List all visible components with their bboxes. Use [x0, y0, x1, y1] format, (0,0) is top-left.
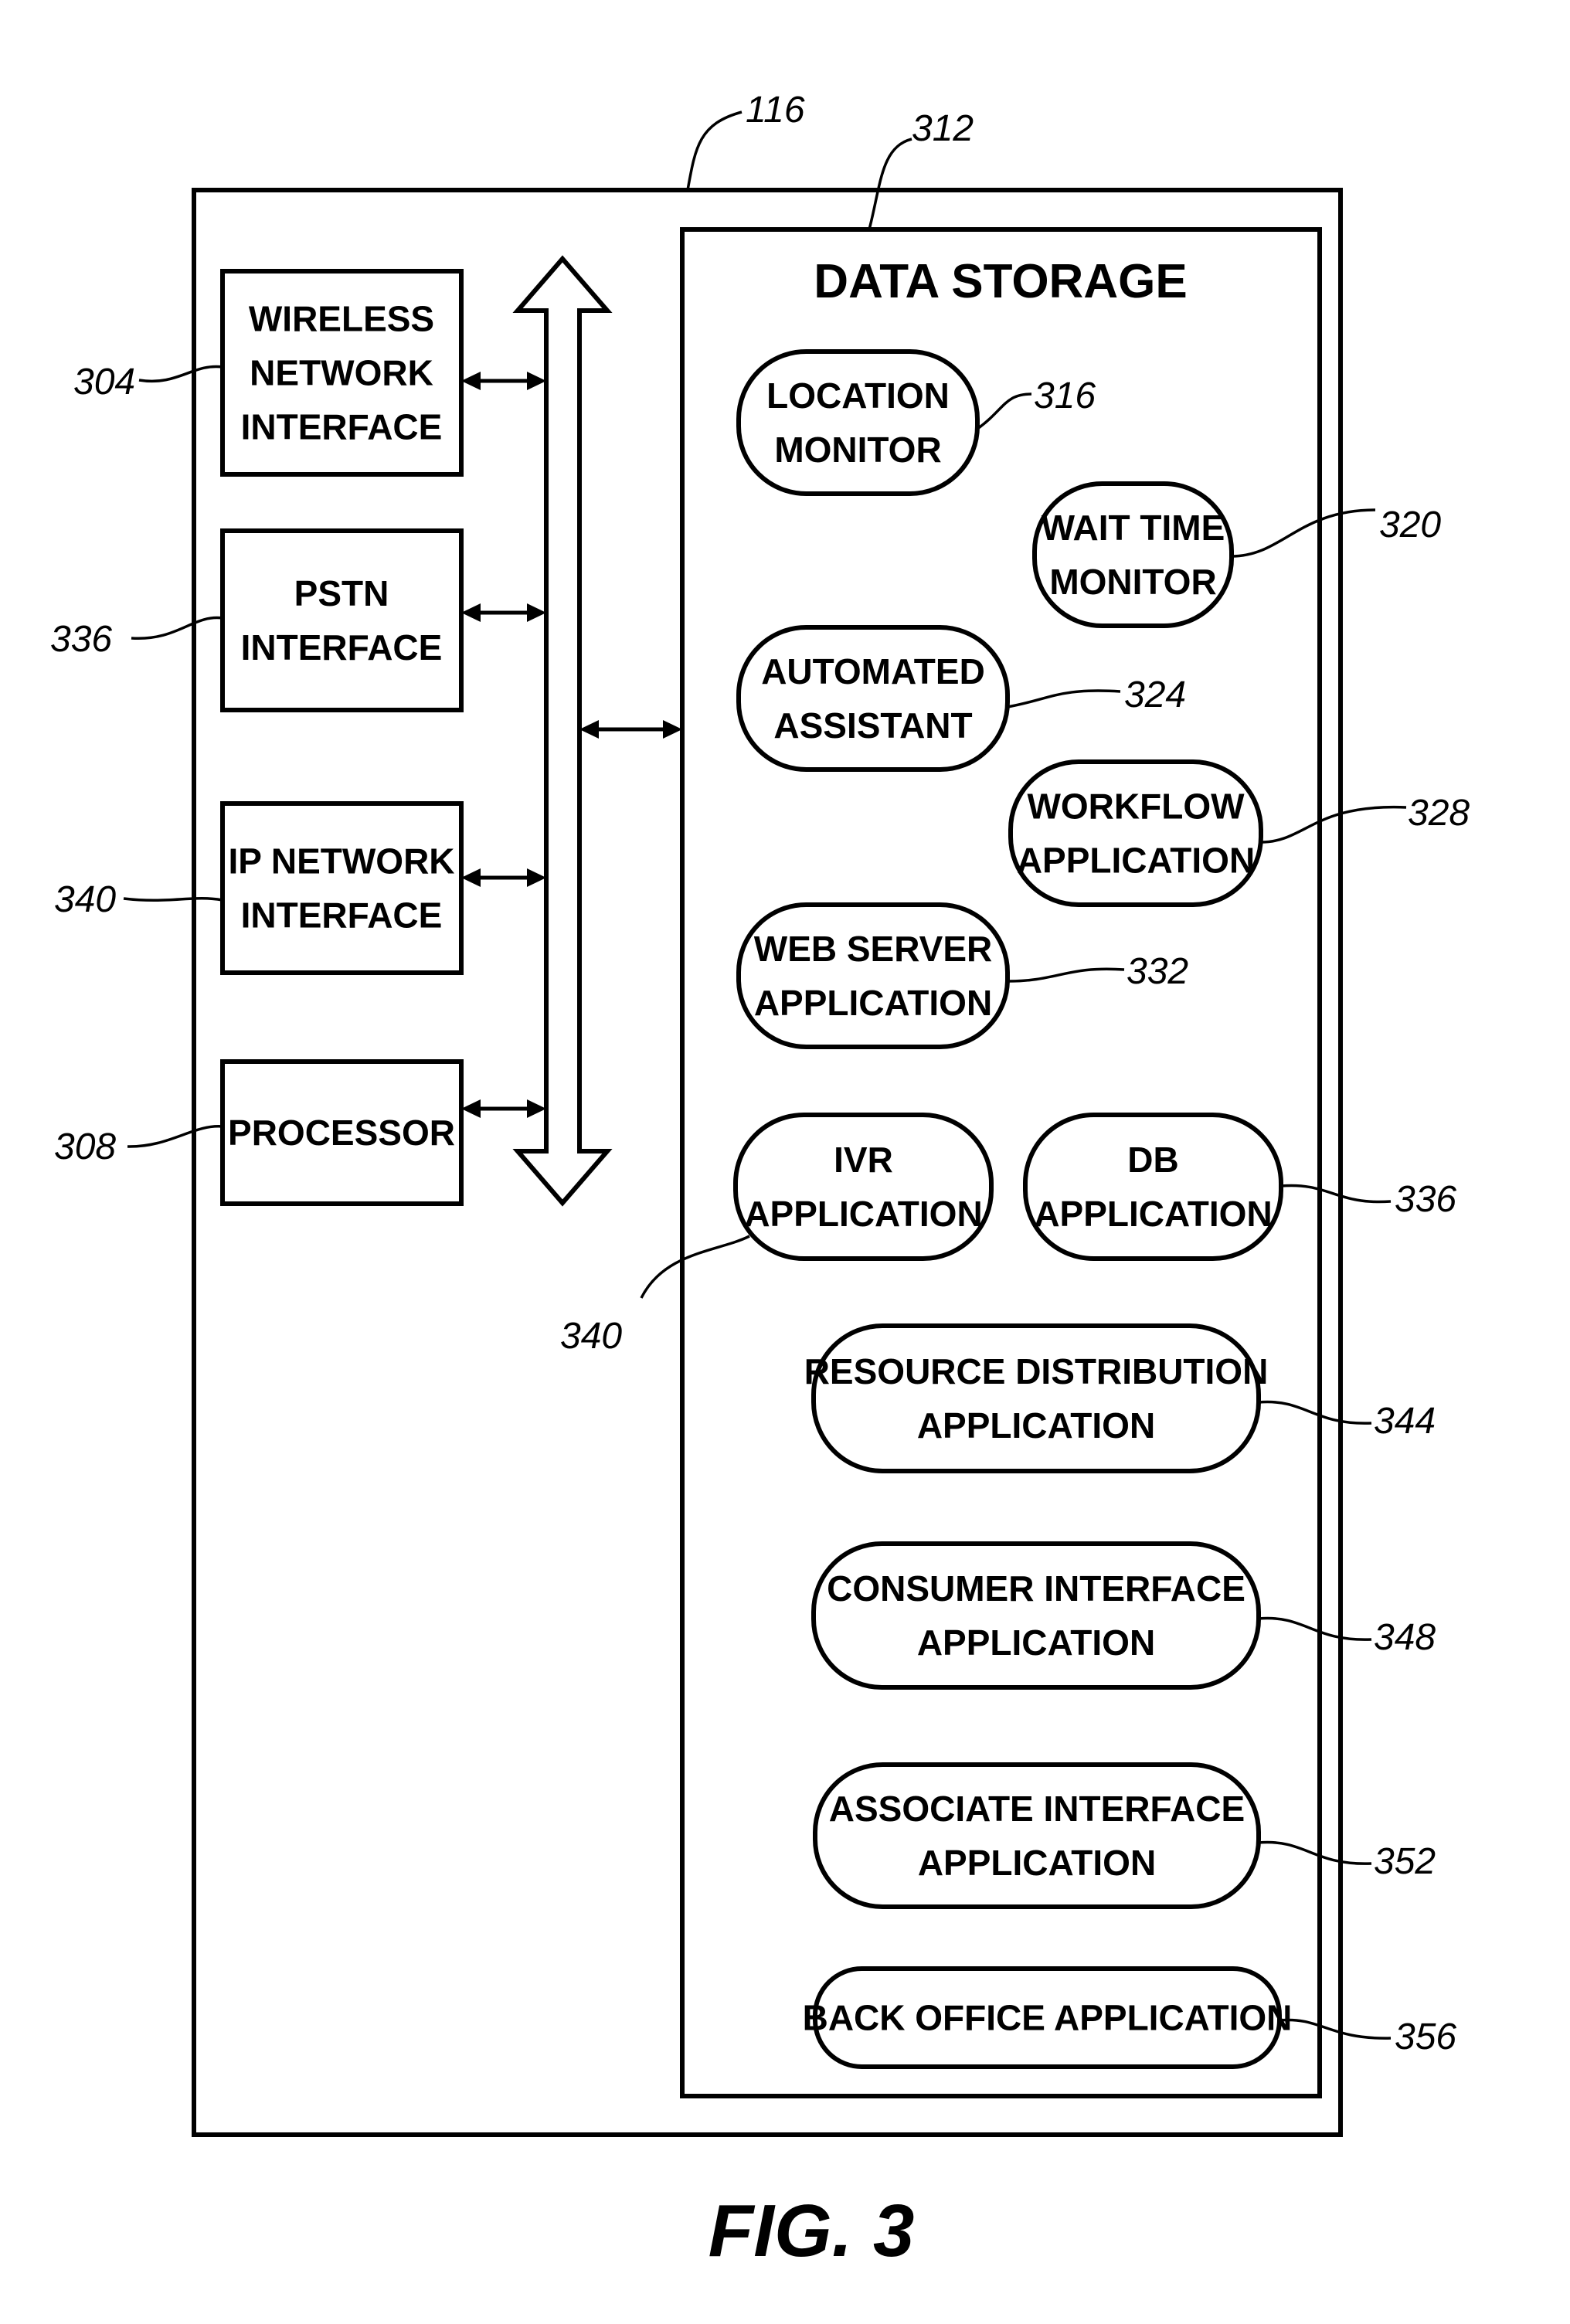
ref-label: 344	[1374, 1401, 1436, 1442]
storage-item-oval	[736, 349, 980, 496]
storage-item-oval	[1008, 759, 1263, 907]
storage-item: WORKFLOW APPLICATION 328	[1008, 759, 1470, 907]
system-ref-label: 116	[746, 90, 805, 131]
ref-label: 348	[1374, 1617, 1436, 1658]
left-block-box	[220, 528, 464, 712]
storage-item-text: IVR	[834, 1140, 893, 1180]
storage-item-text: APPLICATION	[744, 1194, 982, 1234]
ref-label: 308	[54, 1126, 116, 1167]
storage-item: DB APPLICATION 336	[1023, 1113, 1456, 1261]
ref-label: 352	[1374, 1841, 1436, 1882]
left-block-text: WIRELESS	[249, 299, 434, 339]
storage-item-text: ASSOCIATE INTERFACE	[829, 1789, 1245, 1829]
left-block-text: PSTN	[294, 573, 389, 613]
system-ref-leader	[686, 110, 743, 191]
storage-item-text: WAIT TIME	[1042, 508, 1225, 548]
storage-item-text: DB	[1127, 1140, 1178, 1180]
data-storage-title: DATA STORAGE	[814, 255, 1187, 308]
storage-item-oval	[1032, 481, 1234, 628]
ref-label: 340	[560, 1316, 622, 1357]
storage-item-text: LOCATION	[766, 375, 950, 416]
storage-item: BACK OFFICE APPLICATION 356	[803, 1966, 1456, 2069]
storage-item-text: BACK OFFICE APPLICATION	[803, 1998, 1293, 2038]
storage-item-oval	[811, 1541, 1261, 1690]
figure-caption: FIG. 3	[709, 2190, 915, 2272]
ref-label: 328	[1408, 793, 1470, 834]
storage-item-text: APPLICATION	[754, 983, 992, 1023]
ref-label: 356	[1395, 2017, 1456, 2057]
ref-label: 336	[50, 619, 112, 660]
storage-item-oval	[811, 1323, 1261, 1473]
ref-label: 336	[1395, 1179, 1456, 1220]
storage-item-oval	[736, 902, 1010, 1049]
left-block-text: IP NETWORK	[228, 841, 454, 882]
storage-item-text: APPLICATION	[917, 1405, 1155, 1446]
figure-3-diagram: 116 312 DATA STORAGE WIRELESS NETWORK INTE…	[50, 90, 1470, 2272]
storage-item-text: MONITOR	[1049, 562, 1216, 602]
storage-item-text: CONSUMER INTERFACE	[827, 1568, 1245, 1609]
ref-label: 304	[73, 362, 135, 403]
ref-label: 340	[54, 879, 116, 920]
storage-item-text: ASSISTANT	[773, 705, 972, 746]
storage-item-text: APPLICATION	[1034, 1194, 1272, 1234]
left-block-text: INTERFACE	[241, 407, 443, 447]
left-block-box	[220, 801, 464, 975]
storage-item-text: WEB SERVER	[754, 929, 992, 969]
storage-item-text: WORKFLOW	[1027, 787, 1245, 827]
left-block-text: INTERFACE	[241, 895, 443, 936]
left-block-text: PROCESSOR	[228, 1113, 455, 1153]
storage-item-oval	[733, 1113, 994, 1261]
storage-item-oval	[1023, 1113, 1283, 1261]
ref-label: 324	[1124, 674, 1186, 715]
storage-item-text: RESOURCE DISTRIBUTION	[804, 1351, 1269, 1391]
storage-ref-label: 312	[912, 108, 974, 149]
storage-item-text: APPLICATION	[917, 1622, 1155, 1663]
ref-label: 320	[1379, 505, 1441, 545]
storage-item-text: APPLICATION	[918, 1843, 1156, 1883]
storage-item-oval	[813, 1762, 1261, 1909]
left-block-text: INTERFACE	[241, 627, 443, 668]
storage-item-text: MONITOR	[774, 430, 941, 470]
storage-item-text: AUTOMATED	[761, 651, 985, 691]
storage-item-text: APPLICATION	[1017, 841, 1255, 881]
left-block-text: NETWORK	[250, 353, 433, 393]
storage-item-oval	[736, 625, 1010, 772]
ref-label: 316	[1034, 375, 1096, 416]
ref-label: 332	[1127, 951, 1188, 992]
